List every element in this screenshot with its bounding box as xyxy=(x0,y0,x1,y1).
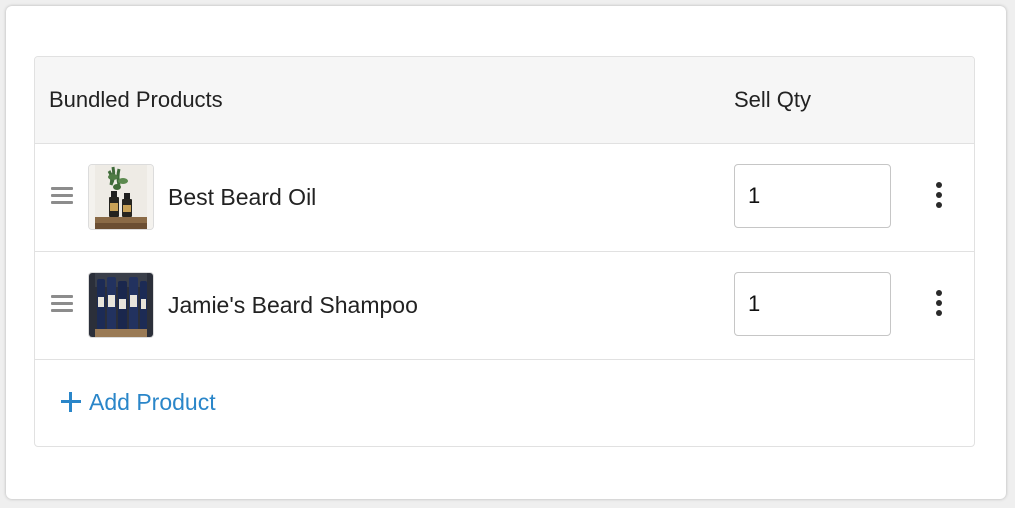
drag-handle-icon[interactable] xyxy=(51,187,73,205)
table-row: Jamie's Beard Shampoo xyxy=(35,252,974,360)
product-name: Best Beard Oil xyxy=(168,184,317,210)
more-options-icon[interactable] xyxy=(928,290,950,318)
column-header-bundled-products: Bundled Products xyxy=(49,87,223,112)
column-header-sell-qty: Sell Qty xyxy=(734,87,812,112)
product-name: Jamie's Beard Shampoo xyxy=(168,292,418,318)
bundle-card: Bundled Products Sell Qty Best Beard Oil… xyxy=(6,6,1006,499)
add-product-label: Add Product xyxy=(89,389,216,415)
table-row: Best Beard Oil xyxy=(35,144,974,252)
add-product-button[interactable]: Add Product xyxy=(61,387,216,417)
sell-qty-input[interactable] xyxy=(734,272,891,336)
shampoo-bottles-photo-icon xyxy=(89,273,153,337)
more-options-icon[interactable] xyxy=(928,182,950,210)
drag-handle-icon[interactable] xyxy=(51,295,73,313)
sell-qty-input[interactable] xyxy=(734,164,891,228)
bundled-products-table: Bundled Products Sell Qty Best Beard Oil… xyxy=(34,56,975,447)
beard-oil-bottles-photo-icon xyxy=(89,165,153,229)
table-header: Bundled Products Sell Qty xyxy=(35,57,974,144)
product-thumbnail xyxy=(88,164,154,230)
product-thumbnail xyxy=(88,272,154,338)
plus-icon xyxy=(61,392,81,412)
